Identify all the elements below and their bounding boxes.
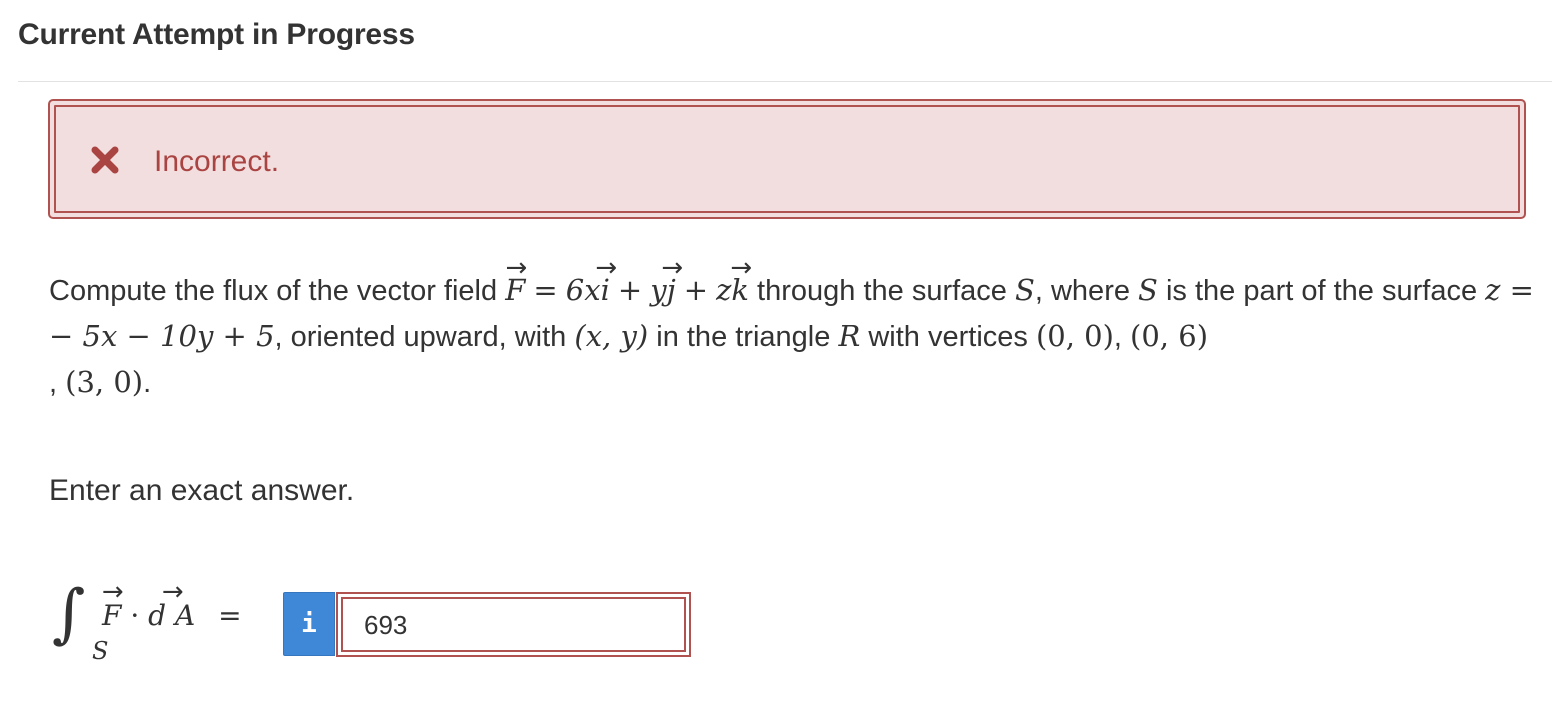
term-z: z [716, 273, 732, 307]
plus-sign: + [617, 273, 643, 307]
question-text-segment: in the triangle [656, 321, 831, 353]
plus-sign: + [683, 273, 709, 307]
integrand: F · d A = [102, 599, 242, 632]
question-text-segment: , oriented upward, with [274, 321, 567, 353]
region-R: R [838, 319, 861, 353]
integral-subscript: S [92, 637, 109, 665]
dot-operator: · [130, 599, 140, 632]
alert-inner-border: Incorrect. [54, 105, 1520, 213]
vertex-1: (0, 0) [1035, 319, 1114, 353]
point-xy: (x, y) [574, 319, 649, 353]
vector-F: F [505, 268, 525, 313]
vertex-2: (0, 6) [1130, 319, 1209, 353]
integrand-dA: d A [148, 599, 195, 632]
unit-vector-i: i [601, 268, 610, 313]
surface-S: S [1015, 273, 1035, 307]
info-button[interactable]: i [283, 592, 335, 656]
question-text-segment: is the part of the surface [1165, 275, 1478, 307]
surface-equation: − 5x − 10y + 5 [49, 319, 275, 353]
unit-vector-j: j [667, 268, 676, 313]
answer-value[interactable]: 693 [364, 610, 407, 641]
answer-input[interactable]: 693 [336, 592, 691, 657]
alert-message: Incorrect. [154, 145, 280, 178]
surface-integral-label: ∫ S F · d A = [52, 577, 292, 675]
integrand-F: F [102, 599, 121, 632]
unit-vector-k: k [731, 268, 749, 313]
surface-S: S [1138, 273, 1158, 307]
surface-z-equals: z = [1485, 273, 1534, 307]
question-text-segment: , where [1034, 275, 1130, 307]
integral-sign: ∫ [52, 577, 86, 651]
instruction-text: Enter an exact answer. [49, 474, 355, 507]
vertex-3: (3, 0) [65, 365, 144, 399]
incorrect-alert: Incorrect. [48, 99, 1526, 219]
close-x-icon [91, 146, 119, 174]
page-title: Current Attempt in Progress [18, 18, 415, 51]
question-text-segment: through the surface [757, 275, 1007, 307]
question-intro: Compute the flux of the vector field [49, 275, 498, 307]
header-divider [18, 81, 1552, 82]
question-text: Compute the flux of the vector field F =… [49, 268, 1539, 406]
equals-sign: = [533, 273, 558, 307]
equals-sign: = [218, 599, 242, 632]
question-text-segment: with vertices [868, 321, 1028, 353]
